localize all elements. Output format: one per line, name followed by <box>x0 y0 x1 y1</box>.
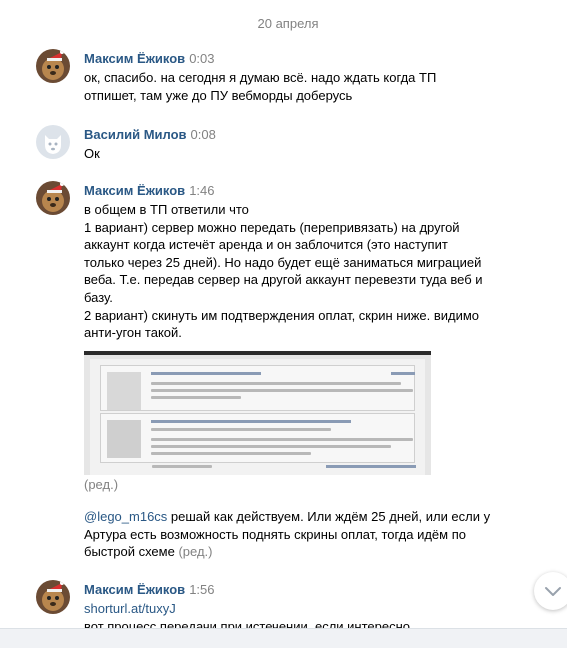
support-agent-avatar-icon <box>107 420 141 458</box>
message-time[interactable]: 1:56 <box>189 582 214 597</box>
message-text: @lego_m16cs решай как действуем. Или ждё… <box>84 509 491 560</box>
message-link[interactable]: shorturl.at/tuxyJ <box>84 601 176 616</box>
message-text: ок, спасибо. на сегодня я думаю всё. над… <box>84 70 437 103</box>
message-input-bar[interactable] <box>0 628 567 648</box>
message: Василий Милов 0:08 Ок <box>36 125 536 167</box>
edited-label: (ред.) <box>178 544 213 560</box>
user-placeholder-icon <box>107 372 141 410</box>
message-text: в общем в ТП ответили что 1 вариант) сер… <box>84 202 483 341</box>
user-mention-link[interactable]: @lego_m16cs <box>84 509 167 524</box>
date-separator: 20 апреля <box>257 16 319 31</box>
avatar-hedgehog-icon <box>36 181 70 215</box>
message: Максим Ёжиков 1:56 shorturl.at/tuxyJ вот … <box>36 580 536 634</box>
attached-screenshot-image[interactable] <box>84 351 431 475</box>
message-time[interactable]: 0:03 <box>189 51 214 66</box>
message-author[interactable]: Василий Милов <box>84 127 187 142</box>
avatar-default-dog-icon <box>36 125 70 159</box>
message-time[interactable]: 0:08 <box>191 127 216 142</box>
message-text: Ок <box>84 146 100 161</box>
message: Максим Ёжиков 0:03 ок, спасибо. на сегодн… <box>36 49 536 109</box>
avatar[interactable] <box>36 125 70 159</box>
avatar-hedgehog-icon <box>36 580 70 614</box>
scroll-down-button[interactable] <box>534 572 567 610</box>
avatar[interactable] <box>36 181 70 215</box>
avatar-hedgehog-icon <box>36 49 70 83</box>
chevron-down-icon <box>545 587 561 596</box>
edited-label: (ред.) <box>84 477 119 492</box>
message-time[interactable]: 1:46 <box>189 183 214 198</box>
message-author[interactable]: Максим Ёжиков <box>84 183 185 198</box>
message-author[interactable]: Максим Ёжиков <box>84 51 185 66</box>
avatar[interactable] <box>36 580 70 614</box>
message-author[interactable]: Максим Ёжиков <box>84 582 185 597</box>
avatar[interactable] <box>36 49 70 83</box>
